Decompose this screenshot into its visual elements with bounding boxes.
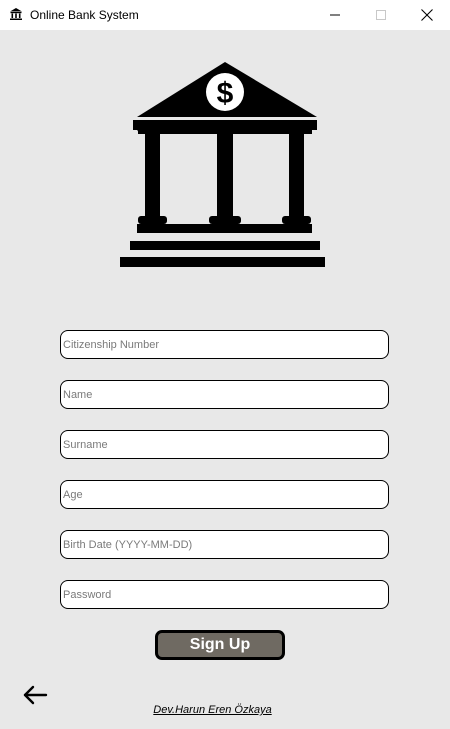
bank-building-icon: $ bbox=[120, 62, 325, 267]
surname-input[interactable] bbox=[60, 430, 389, 459]
password-input[interactable] bbox=[60, 580, 389, 609]
maximize-icon bbox=[376, 10, 386, 20]
sign-up-button[interactable]: Sign Up bbox=[155, 630, 285, 660]
close-button[interactable] bbox=[404, 0, 450, 30]
minimize-button[interactable] bbox=[312, 0, 358, 30]
birth-date-input[interactable] bbox=[60, 530, 389, 559]
maximize-button[interactable] bbox=[358, 0, 404, 30]
minimize-icon bbox=[330, 14, 340, 16]
citizenship-number-input[interactable] bbox=[60, 330, 389, 359]
developer-credit: Dev.Harun Eren Özkaya bbox=[153, 704, 272, 716]
window-title: Online Bank System bbox=[30, 8, 139, 22]
title-bar: Online Bank System bbox=[0, 0, 450, 30]
close-icon bbox=[421, 9, 433, 21]
dollar-symbol: $ bbox=[217, 77, 234, 110]
bank-icon bbox=[10, 8, 22, 20]
age-input[interactable] bbox=[60, 480, 389, 509]
name-input[interactable] bbox=[60, 380, 389, 409]
